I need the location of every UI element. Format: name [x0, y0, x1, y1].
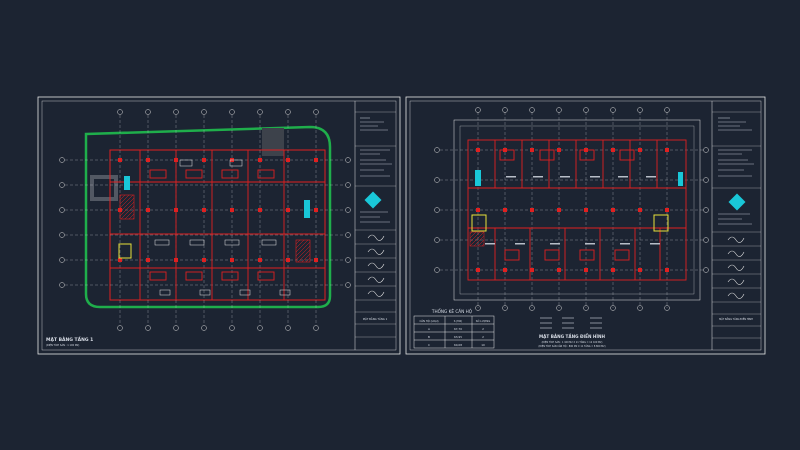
title-block-right	[712, 111, 761, 339]
floor1-walls	[110, 150, 325, 300]
stats-header-area: S (M2)	[454, 319, 462, 323]
cad-drawing-canvas[interactable]: MẶT BẰNG TẦNG 1 MẶT BẰNG TẦNG 1 (DIỆN TÍ…	[0, 0, 800, 450]
stats-cell: 63,95	[454, 335, 462, 339]
grid-bubbles-left	[59, 109, 351, 331]
title-block-caption-right: MẶT BẰNG TẦNG ĐIỂN HÌNH	[719, 318, 753, 321]
sheet-right-subtitle-2: (DIỆN TÍCH SÀN CĂN HỘ : 800 M2 X 11 TẦNG…	[538, 345, 605, 348]
title-block-text-lines-left	[360, 117, 392, 223]
stats-cell: 67,70	[454, 327, 462, 331]
stats-cell: C	[428, 343, 430, 347]
sheet-right-subtitle-1: (DIỆN TÍCH SÀN : 1 100 M2 X 11 TẦNG = 12…	[542, 341, 603, 344]
sheet-left-inner-border	[41, 100, 397, 351]
company-logo-right	[728, 193, 746, 211]
title-block-caption-left: MẶT BẰNG TẦNG 1	[363, 316, 388, 321]
legend-notes	[540, 317, 602, 329]
stair-core-right	[469, 231, 485, 247]
sheet-left-border	[37, 96, 401, 355]
stats-cell: B	[428, 335, 430, 339]
stats-cell: 10	[481, 343, 485, 347]
sheet-left-title: MẶT BẰNG TẦNG 1	[46, 334, 93, 343]
entry-block	[262, 128, 284, 156]
stats-header-type: CĂN HỘ (LOẠI)	[419, 318, 438, 323]
sheet-left[interactable]: MẶT BẰNG TẦNG 1 MẶT BẰNG TẦNG 1 (DIỆN TÍ…	[37, 96, 401, 355]
sheet-left-subtitle: (DIỆN TÍCH SÀN : 1 100 M2)	[46, 344, 79, 347]
stats-cell: 2	[482, 335, 484, 339]
stats-header-count: SỐ LƯỢNG	[476, 318, 491, 323]
apartment-stats-table: THỐNG KÊ CĂN HỘ CĂN HỘ (LOẠI) S (M2) SỐ …	[413, 309, 495, 349]
cyan-core-right-b	[678, 172, 683, 186]
cyan-core-left-a	[124, 176, 130, 190]
building-outline-floor1	[109, 149, 326, 301]
grid-axes-left	[65, 115, 345, 325]
cyan-core-left-b	[304, 200, 310, 218]
title-block-left	[355, 111, 396, 338]
signatures-right	[727, 236, 745, 299]
stats-cell: 60,08	[454, 343, 462, 347]
yellow-elevator-left	[118, 243, 132, 259]
stair-core-left-a	[119, 194, 135, 220]
ramp-hatch	[90, 175, 118, 201]
yellow-elevator-right-a	[471, 214, 487, 232]
stats-table-title: THỐNG KÊ CĂN HỘ	[431, 309, 473, 314]
yellow-elevator-right-b	[653, 214, 669, 232]
cyan-core-right-a	[475, 170, 481, 186]
stats-cell: 2	[482, 327, 484, 331]
floor1-fixtures	[154, 159, 291, 296]
signatures-left	[367, 234, 385, 297]
company-logo-left	[364, 191, 382, 209]
room-labels-right	[485, 176, 660, 245]
sheet-right[interactable]: THỐNG KÊ CĂN HỘ CĂN HỘ (LOẠI) S (M2) SỐ …	[405, 96, 766, 355]
stair-core-left-b	[295, 239, 311, 263]
sheet-right-title: MẶT BẰNG TẦNG ĐIỂN HÌNH	[539, 334, 606, 339]
stats-cell: A	[428, 327, 430, 331]
